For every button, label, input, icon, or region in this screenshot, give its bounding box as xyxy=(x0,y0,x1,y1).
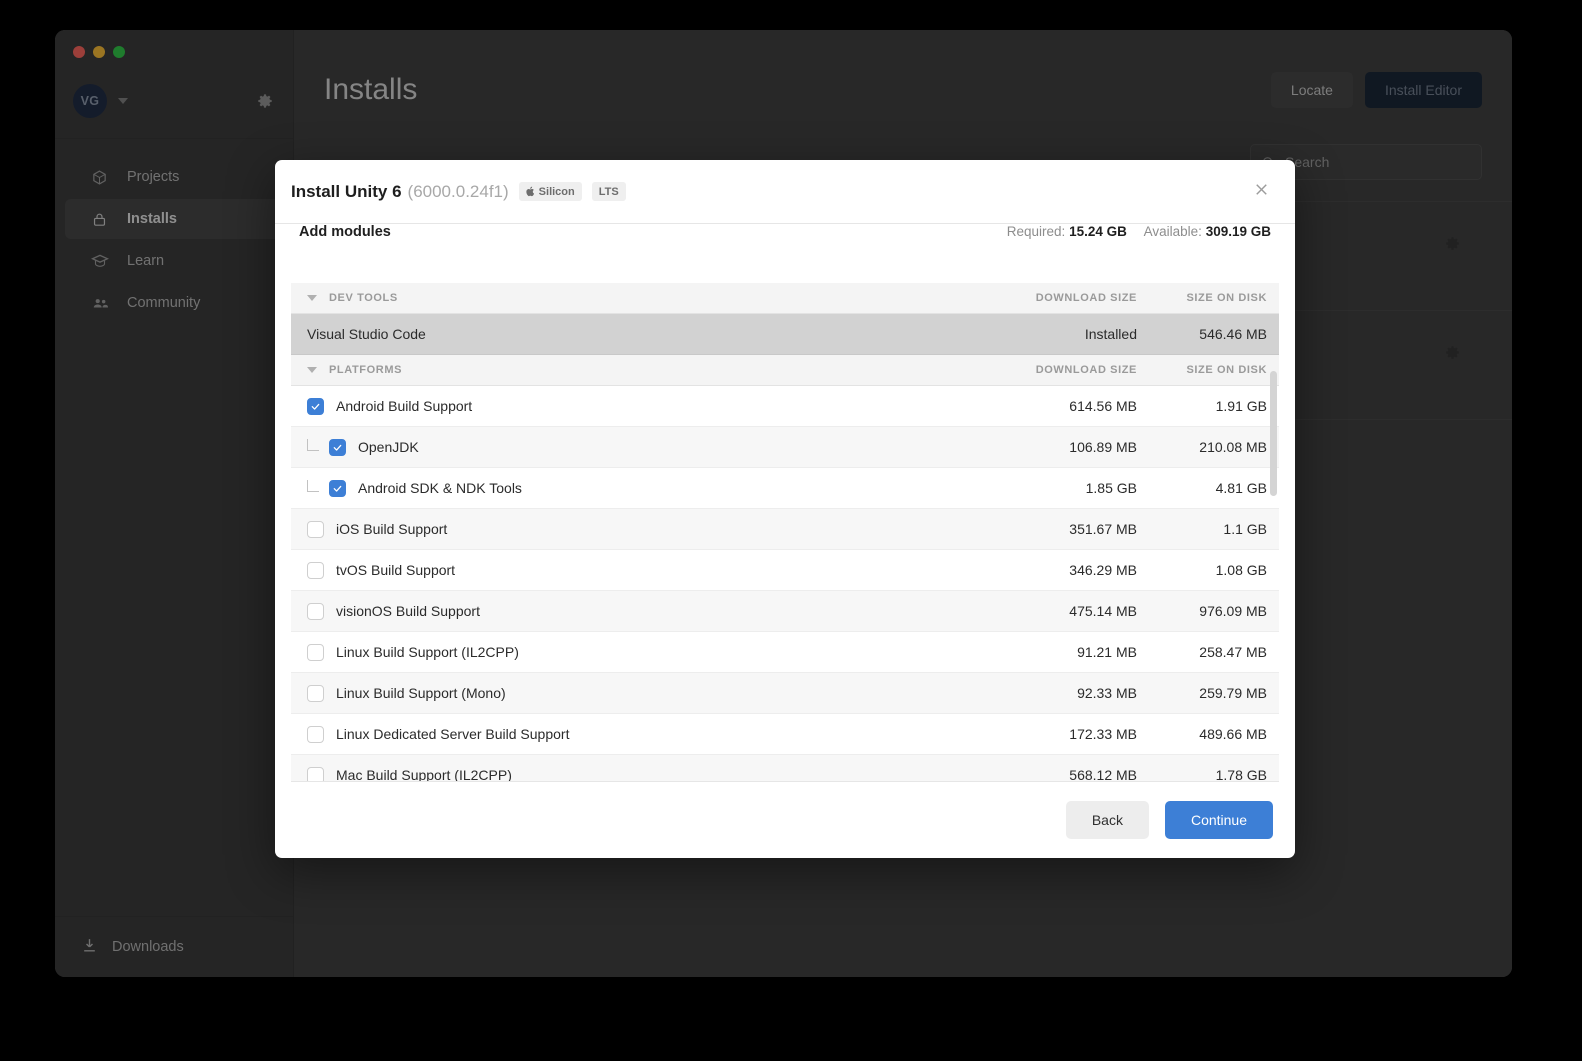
silicon-badge: Silicon xyxy=(518,182,582,201)
module-download-size: 568.12 MB xyxy=(1069,767,1137,781)
add-modules-label: Add modules xyxy=(299,224,391,240)
modules-scrollbar[interactable] xyxy=(1270,371,1277,771)
module-checkbox[interactable] xyxy=(329,479,346,497)
module-checkbox[interactable] xyxy=(307,684,324,702)
module-row[interactable]: Linux Dedicated Server Build Support 172.… xyxy=(291,714,1279,755)
column-size-on-disk: SIZE ON DISK xyxy=(1186,364,1267,376)
section-header-dev-tools[interactable]: DEV TOOLS DOWNLOAD SIZE SIZE ON DISK xyxy=(291,283,1279,314)
module-download-size: Installed xyxy=(1084,326,1137,342)
module-row[interactable]: tvOS Build Support 346.29 MB 1.08 GB xyxy=(291,550,1279,591)
module-size-on-disk: 258.47 MB xyxy=(1199,644,1267,660)
back-button[interactable]: Back xyxy=(1065,801,1149,839)
install-unity-modal: Install Unity 6 (6000.0.24f1) Silicon LT… xyxy=(275,160,1295,858)
module-row[interactable]: Linux Build Support (IL2CPP) 91.21 MB 258.… xyxy=(291,632,1279,673)
column-size-on-disk: SIZE ON DISK xyxy=(1186,292,1267,304)
module-download-size: 106.89 MB xyxy=(1069,439,1137,455)
modal-footer: Back Continue xyxy=(275,782,1295,858)
section-title: DEV TOOLS xyxy=(329,292,398,304)
module-size-on-disk: 489.66 MB xyxy=(1199,726,1267,742)
module-label: Linux Build Support (Mono) xyxy=(336,685,506,701)
module-size-on-disk: 546.46 MB xyxy=(1199,326,1267,342)
module-size-on-disk: 1.1 GB xyxy=(1223,521,1267,537)
chevron-down-icon xyxy=(307,295,317,301)
module-label: visionOS Build Support xyxy=(336,603,480,619)
badge-label: Silicon xyxy=(538,185,575,198)
module-row[interactable]: Visual Studio Code Installed 546.46 MB xyxy=(291,314,1279,355)
module-checkbox[interactable] xyxy=(307,766,324,781)
close-icon xyxy=(1256,183,1267,195)
module-size-on-disk: 259.79 MB xyxy=(1199,685,1267,701)
module-size-on-disk: 1.08 GB xyxy=(1215,562,1267,578)
module-checkbox[interactable] xyxy=(307,397,324,415)
module-label: Visual Studio Code xyxy=(307,326,426,342)
module-label: Linux Dedicated Server Build Support xyxy=(336,726,570,742)
module-download-size: 1.85 GB xyxy=(1085,480,1137,496)
module-size-on-disk: 210.08 MB xyxy=(1199,439,1267,455)
module-label: Android SDK & NDK Tools xyxy=(358,480,522,496)
module-row[interactable]: Linux Build Support (Mono) 92.33 MB 259.79… xyxy=(291,673,1279,714)
modules-list-inner: DEV TOOLS DOWNLOAD SIZE SIZE ON DISK Visual… xyxy=(291,283,1279,781)
module-size-on-disk: 976.09 MB xyxy=(1199,603,1267,619)
module-download-size: 92.33 MB xyxy=(1077,685,1137,701)
module-checkbox[interactable] xyxy=(329,438,346,456)
required-label: Required: xyxy=(1006,224,1066,239)
available-value: 309.19 GB xyxy=(1205,224,1271,239)
module-download-size: 346.29 MB xyxy=(1069,562,1137,578)
module-checkbox[interactable] xyxy=(307,561,324,579)
scrollbar-thumb[interactable] xyxy=(1270,371,1277,496)
chevron-down-icon xyxy=(307,367,317,373)
size-summary: Required: 15.24 GB Available: 309.19 GB xyxy=(1007,224,1271,239)
available-label: Available: xyxy=(1143,224,1202,239)
modal-subheader: Add modules Required: 15.24 GB Available… xyxy=(275,224,1295,283)
modal-header: Install Unity 6 (6000.0.24f1) Silicon LT… xyxy=(275,160,1295,224)
module-checkbox[interactable] xyxy=(307,520,324,538)
module-label: iOS Build Support xyxy=(336,521,448,537)
module-download-size: 351.67 MB xyxy=(1069,521,1137,537)
module-label: tvOS Build Support xyxy=(336,562,456,578)
module-download-size: 614.56 MB xyxy=(1069,398,1137,414)
tree-connector-icon xyxy=(307,438,319,451)
module-row[interactable]: Android Build Support 614.56 MB 1.91 GB xyxy=(291,386,1279,427)
tree-connector-icon xyxy=(307,479,319,492)
module-row[interactable]: OpenJDK 106.89 MB 210.08 MB xyxy=(291,427,1279,468)
continue-button[interactable]: Continue xyxy=(1164,801,1273,839)
module-row[interactable]: Android SDK & NDK Tools 1.85 GB 4.81 GB xyxy=(291,468,1279,509)
module-row[interactable]: Mac Build Support (IL2CPP) 568.12 MB 1.78 … xyxy=(291,755,1279,781)
check-icon xyxy=(311,403,320,410)
module-size-on-disk: 4.81 GB xyxy=(1215,480,1267,496)
module-row[interactable]: visionOS Build Support 475.14 MB 976.09 MB xyxy=(291,591,1279,632)
module-size-on-disk: 1.78 GB xyxy=(1215,767,1267,781)
lts-badge: LTS xyxy=(591,182,626,201)
section-title: PLATFORMS xyxy=(329,364,403,376)
module-checkbox[interactable] xyxy=(307,725,324,743)
module-download-size: 91.21 MB xyxy=(1077,644,1137,660)
check-icon xyxy=(333,444,342,451)
module-label: Mac Build Support (IL2CPP) xyxy=(336,767,512,781)
modal-title: Install Unity 6 xyxy=(291,181,402,201)
apple-logo-icon xyxy=(526,186,534,197)
module-download-size: 475.14 MB xyxy=(1069,603,1137,619)
check-icon xyxy=(333,485,342,492)
module-download-size: 172.33 MB xyxy=(1069,726,1137,742)
section-header-platforms[interactable]: PLATFORMS DOWNLOAD SIZE SIZE ON DISK xyxy=(291,355,1279,386)
module-label: Linux Build Support (IL2CPP) xyxy=(336,644,519,660)
modal-version: (6000.0.24f1) xyxy=(407,181,509,201)
module-label: OpenJDK xyxy=(358,439,419,455)
column-download-size: DOWNLOAD SIZE xyxy=(1035,292,1137,304)
module-checkbox[interactable] xyxy=(307,643,324,661)
modules-list: DEV TOOLS DOWNLOAD SIZE SIZE ON DISK Visual… xyxy=(291,283,1279,782)
tree-indent xyxy=(307,438,329,456)
module-size-on-disk: 1.91 GB xyxy=(1215,398,1267,414)
module-row[interactable]: iOS Build Support 351.67 MB 1.1 GB xyxy=(291,509,1279,550)
module-checkbox[interactable] xyxy=(307,602,324,620)
required-value: 15.24 GB xyxy=(1069,224,1127,239)
tree-indent xyxy=(307,479,329,497)
column-download-size: DOWNLOAD SIZE xyxy=(1035,364,1137,376)
close-modal-button[interactable] xyxy=(1252,180,1271,204)
module-label: Android Build Support xyxy=(336,398,473,414)
